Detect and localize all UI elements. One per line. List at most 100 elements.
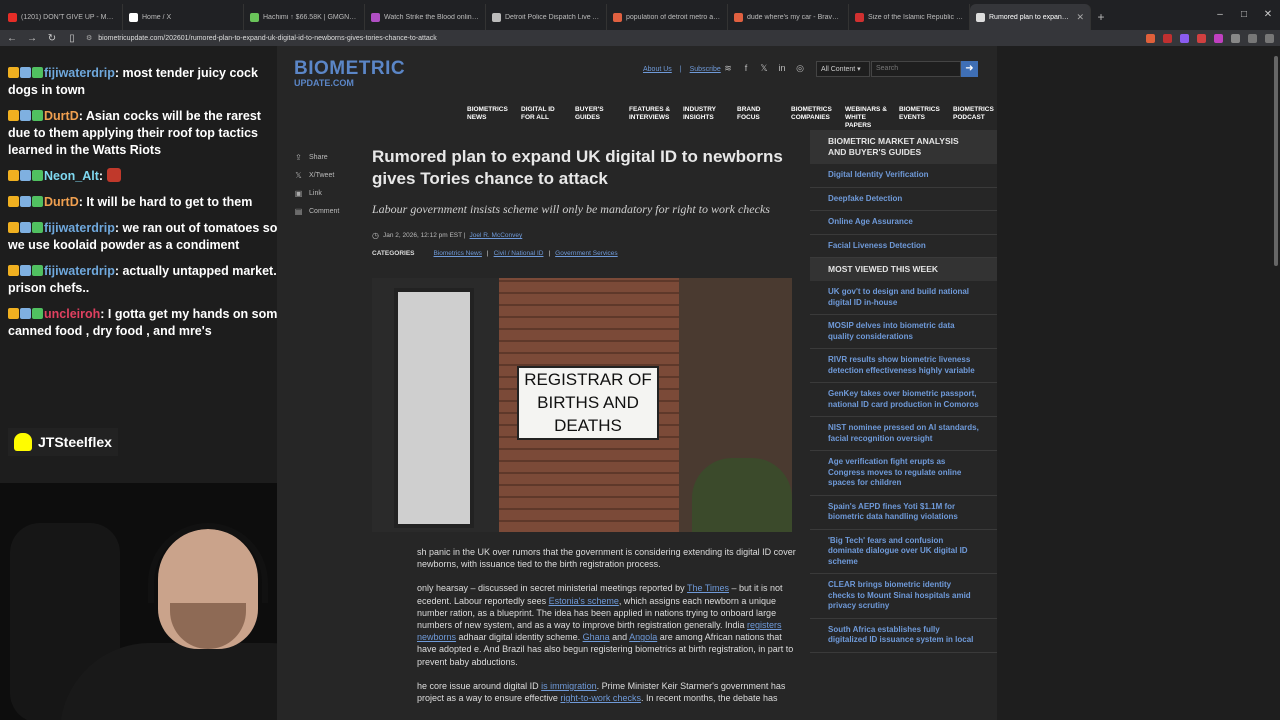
brave-shield-icon[interactable] xyxy=(1146,33,1155,43)
share-share-button[interactable]: ⇪ Share xyxy=(294,148,354,166)
most-viewed-link[interactable]: Spain's AEPD fines Yoti $1.1M for biomet… xyxy=(810,496,997,530)
podcast-icon[interactable]: ◎ xyxy=(795,63,805,74)
nav-item[interactable]: BIOMETRICS EVENTS xyxy=(899,106,945,130)
category-link[interactable]: Government Services xyxy=(555,250,618,257)
most-viewed-link[interactable]: MOSIP delves into biometric data quality… xyxy=(810,315,997,349)
guide-link[interactable]: Deepfake Detection xyxy=(810,188,997,211)
share-link-button[interactable]: ▣ Link xyxy=(294,184,354,202)
sidebar-icon[interactable] xyxy=(1248,33,1257,43)
nav-item[interactable]: BIOMETRICS NEWS xyxy=(467,106,513,130)
site-logo[interactable]: BIOMETRIC UPDATE.COM xyxy=(294,58,405,88)
most-viewed-link[interactable]: South Africa establishes fully digitaliz… xyxy=(810,619,997,653)
most-viewed-link[interactable]: NIST nominee pressed on AI standards, fa… xyxy=(810,417,997,451)
linkedin-icon[interactable]: in xyxy=(777,63,787,74)
new-tab-button[interactable]: + xyxy=(1091,4,1111,30)
guide-link[interactable]: Facial Liveness Detection xyxy=(810,235,997,258)
share-xtweet-button[interactable]: 𝕏 X/Tweet xyxy=(294,166,354,184)
immigration-link[interactable]: is immigration xyxy=(541,681,597,691)
site-info-icon[interactable]: ⚙ xyxy=(86,34,92,42)
search-input[interactable]: Search xyxy=(871,61,961,77)
minimize-icon[interactable]: – xyxy=(1208,0,1232,30)
most-viewed-link[interactable]: Age verification fight erupts as Congres… xyxy=(810,451,997,496)
most-viewed-heading: MOST VIEWED THIS WEEK xyxy=(810,258,997,281)
browser-tab[interactable]: Hachimi ↑ $66.58K | GMGN.AI Fast Tr xyxy=(244,4,365,30)
most-viewed-link[interactable]: 'Big Tech' fears and confusion dominate … xyxy=(810,530,997,574)
chat-badge-icon xyxy=(32,170,43,181)
extension-icon[interactable] xyxy=(1231,33,1240,43)
chat-message: fijiwaterdrip: actually untapped market.… xyxy=(4,260,290,300)
browser-tab[interactable]: (1201) DON'T GIVE UP - Motivationa xyxy=(2,4,123,30)
emote-icon xyxy=(106,168,121,182)
chat-username: DurtD xyxy=(44,195,79,209)
nav-item[interactable]: FEATURES & INTERVIEWS xyxy=(629,106,675,130)
times-link[interactable]: The Times xyxy=(687,583,729,593)
chat-badge-icon xyxy=(20,308,31,319)
chat-message: fijiwaterdrip: most tender juicy cock do… xyxy=(4,62,290,102)
about-link[interactable]: About Us xyxy=(643,66,672,73)
guide-link[interactable]: Online Age Assurance xyxy=(810,211,997,235)
extension-icon[interactable] xyxy=(1214,33,1223,43)
chat-badge-icon xyxy=(32,222,43,233)
headphones-icon xyxy=(148,523,268,603)
most-viewed-link[interactable]: UK gov't to design and build national di… xyxy=(810,281,997,315)
forward-icon[interactable]: → xyxy=(26,33,38,44)
nav-item[interactable]: WEBINARS & WHITE PAPERS xyxy=(845,106,891,130)
browser-tab[interactable]: Watch Strike the Blood online free on xyxy=(365,4,486,30)
close-icon[interactable]: ✕ xyxy=(1256,0,1280,30)
reload-icon[interactable]: ↻ xyxy=(46,33,58,44)
scrollbar-thumb[interactable] xyxy=(1274,56,1278,266)
share-icon: ⇪ xyxy=(295,152,302,162)
browser-tab[interactable]: Home / X xyxy=(123,4,244,30)
tab-list: (1201) DON'T GIVE UP - Motivationa Home /… xyxy=(2,4,1091,30)
most-viewed-link[interactable]: RIVR results show biometric liveness det… xyxy=(810,349,997,383)
browser-tab[interactable]: Rumored plan to expand UK digital id✕ xyxy=(970,4,1091,30)
back-icon[interactable]: ← xyxy=(6,33,18,44)
nav-item[interactable]: DIGITAL ID FOR ALL xyxy=(521,106,567,130)
chat-text: : xyxy=(98,169,104,183)
extension-icon[interactable] xyxy=(1180,33,1189,43)
facebook-icon[interactable]: f xyxy=(741,63,751,74)
close-tab-icon[interactable]: ✕ xyxy=(1076,12,1084,23)
nav-item[interactable]: BUYER'S GUIDES xyxy=(575,106,621,130)
search-submit-button[interactable]: ➜ xyxy=(961,61,978,77)
photo-shrub xyxy=(692,458,792,532)
browser-tab[interactable]: dude where's my car - Brave Search xyxy=(728,4,849,30)
nav-item[interactable]: BRAND FOCUS xyxy=(737,106,783,130)
chat-badge-icon xyxy=(20,265,31,276)
nav-item[interactable]: BIOMETRICS PODCAST xyxy=(953,106,999,130)
ghana-link[interactable]: Ghana xyxy=(583,632,610,642)
share-comment-button[interactable]: ▤ Comment xyxy=(294,202,354,220)
browser-tab[interactable]: population of detroit metro area - Br xyxy=(607,4,728,30)
extension-icon[interactable] xyxy=(1197,33,1206,43)
scrollbar[interactable] xyxy=(1272,46,1280,720)
share-tools: ⇪ Share 𝕏 X/Tweet ▣ Link ▤ Comment xyxy=(294,148,354,220)
divider: | xyxy=(679,66,682,73)
bookmark-icon[interactable]: ▯ xyxy=(66,33,78,44)
x-icon[interactable]: 𝕏 xyxy=(759,63,769,74)
tab-favicon-icon xyxy=(250,12,259,22)
maximize-icon[interactable]: □ xyxy=(1232,0,1256,30)
content-filter-select[interactable]: All Content ▾ xyxy=(816,61,870,77)
guide-link[interactable]: Digital Identity Verification xyxy=(810,164,997,188)
angola-link[interactable]: Angola xyxy=(629,632,657,642)
subscribe-link[interactable]: Subscribe xyxy=(690,66,721,73)
share-label: X/Tweet xyxy=(309,171,335,179)
extension-icon[interactable] xyxy=(1163,33,1172,43)
rss-icon[interactable]: ≋ xyxy=(723,63,733,74)
most-viewed-link[interactable]: CLEAR brings biometric identity checks t… xyxy=(810,574,997,619)
right-to-work-link[interactable]: right-to-work checks xyxy=(560,693,641,703)
browser-tab[interactable]: Size of the Islamic Republic of Iran c xyxy=(849,4,970,30)
most-viewed-link[interactable]: GenKey takes over biometric passport, na… xyxy=(810,383,997,417)
nav-item[interactable]: INDUSTRY INSIGHTS xyxy=(683,106,729,130)
category-link[interactable]: Biometrics News xyxy=(434,250,482,257)
category-link[interactable]: Civil / National ID xyxy=(494,250,544,257)
estonia-link[interactable]: Estonia's scheme xyxy=(549,596,619,606)
nav-item[interactable]: BIOMETRICS COMPANIES xyxy=(791,106,837,130)
author-link[interactable]: Joel R. McConvey xyxy=(470,232,523,239)
menu-icon[interactable] xyxy=(1265,33,1274,43)
browser-tab[interactable]: Detroit Police Dispatch Live Audio Fe xyxy=(486,4,607,30)
link-icon: ▣ xyxy=(294,188,303,198)
chat-badge-icon xyxy=(32,67,43,78)
chat-text: : It will be hard to get to them xyxy=(78,195,253,209)
url-field[interactable]: ⚙ biometricupdate.com/202601/rumored-pla… xyxy=(86,31,1106,45)
